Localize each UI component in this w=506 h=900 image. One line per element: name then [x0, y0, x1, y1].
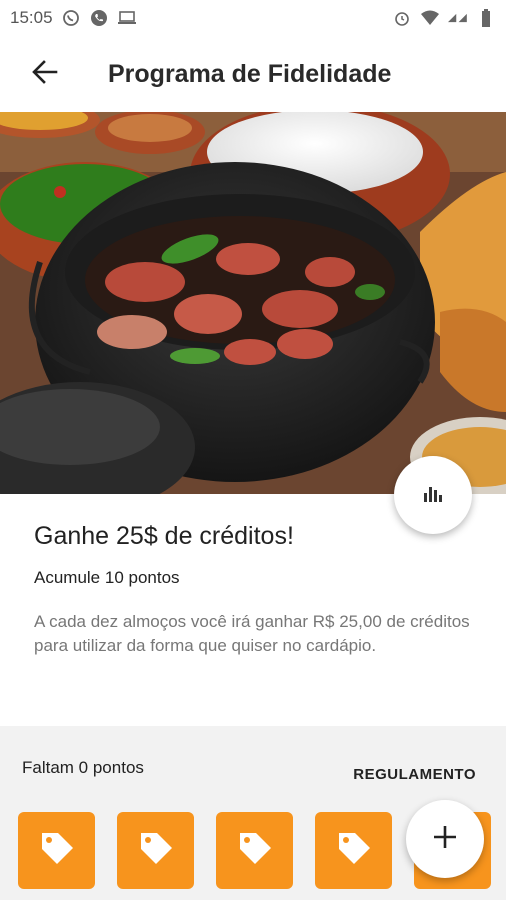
hero-image: [0, 112, 506, 494]
status-time: 15:05: [10, 8, 53, 27]
laptop-icon: [117, 8, 137, 28]
reward-subtitle: Acumule 10 pontos: [34, 568, 180, 587]
feijoada-food-photo: [0, 112, 506, 494]
wifi-icon: [420, 8, 440, 28]
app-bar: Programa de Fidelidade: [0, 36, 506, 112]
tag-icon: [236, 829, 274, 872]
stamp-card[interactable]: [315, 812, 392, 889]
reward-description: A cada dez almoços você irá ganhar R$ 25…: [34, 612, 470, 655]
plus-icon: [432, 824, 458, 855]
status-bar: 15:05: [0, 0, 506, 36]
add-button[interactable]: [406, 800, 484, 878]
alarm-icon: [392, 8, 412, 28]
signal-icon: [448, 8, 468, 28]
arrow-left-icon: [32, 59, 58, 90]
points-remaining: Faltam 0 pontos: [22, 758, 144, 777]
stamp-card[interactable]: [18, 812, 95, 889]
reward-title: Ganhe 25$ de créditos!: [34, 522, 294, 550]
stamp-card[interactable]: [216, 812, 293, 889]
status-right: [392, 8, 496, 28]
battery-icon: [476, 8, 496, 28]
stats-button[interactable]: [394, 456, 472, 534]
tag-icon: [335, 829, 373, 872]
page-title: Programa de Fidelidade: [108, 59, 392, 88]
status-left: 15:05: [10, 8, 137, 28]
bar-chart-icon: [421, 481, 445, 510]
rules-link[interactable]: REGULAMENTO: [353, 766, 476, 783]
whatsapp-icon: [61, 8, 81, 28]
back-button[interactable]: [15, 44, 75, 104]
stamp-card[interactable]: [117, 812, 194, 889]
phone-icon: [89, 8, 109, 28]
tag-icon: [38, 829, 76, 872]
tag-icon: [137, 829, 175, 872]
